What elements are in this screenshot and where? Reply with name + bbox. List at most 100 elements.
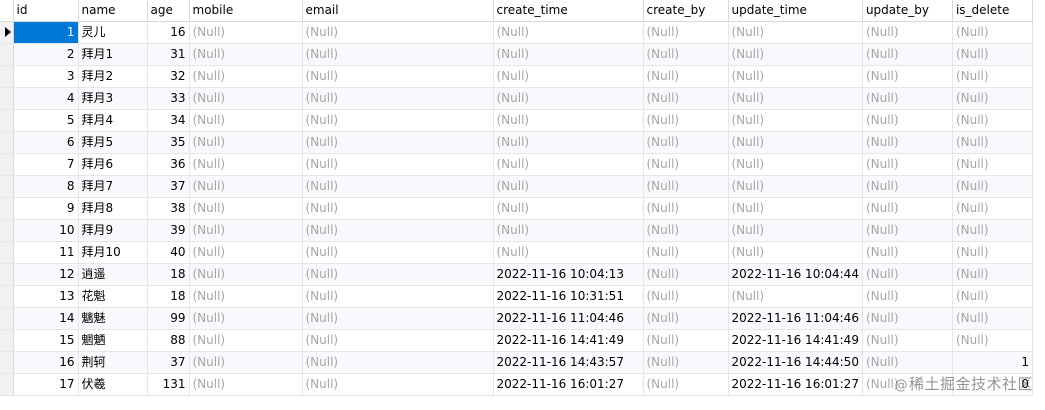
table-row[interactable]: 13 花魁 18 (Null) (Null) 2022-11-16 10:31:51 (Nu… (0, 285, 1033, 308)
cell-is-delete[interactable]: (Null) (952, 87, 1033, 110)
cell-mobile[interactable]: (Null) (189, 329, 303, 352)
cell-create-by[interactable]: (Null) (643, 329, 729, 352)
cell-id[interactable]: 3 (13, 65, 79, 88)
row-indicator[interactable] (0, 263, 14, 286)
cell-create-by[interactable]: (Null) (643, 285, 729, 308)
cell-mobile[interactable]: (Null) (189, 65, 303, 88)
cell-mobile[interactable]: (Null) (189, 153, 303, 176)
cell-create-time[interactable]: (Null) (493, 131, 644, 154)
cell-name[interactable]: 灵儿 (78, 21, 148, 44)
cell-email[interactable]: (Null) (302, 241, 494, 264)
cell-is-delete[interactable]: (Null) (952, 175, 1033, 198)
cell-email[interactable]: (Null) (302, 329, 494, 352)
cell-create-time[interactable]: (Null) (493, 21, 644, 44)
cell-email[interactable]: (Null) (302, 197, 494, 220)
cell-is-delete[interactable]: (Null) (952, 43, 1033, 66)
table-row[interactable]: 16 荆轲 37 (Null) (Null) 2022-11-16 14:43:57 (Nu… (0, 351, 1033, 374)
cell-is-delete[interactable]: (Null) (952, 329, 1033, 352)
cell-create-time[interactable]: (Null) (493, 87, 644, 110)
cell-update-by[interactable]: (Null) (862, 175, 953, 198)
table-row[interactable]: 5 拜月4 34 (Null) (Null) (Null) (Null) (Null) (Nul… (0, 109, 1033, 132)
cell-id[interactable]: 7 (13, 153, 79, 176)
cell-name[interactable]: 逍遥 (78, 263, 148, 286)
table-row[interactable]: 3 拜月2 32 (Null) (Null) (Null) (Null) (Null) (Nul… (0, 65, 1033, 88)
row-indicator[interactable] (0, 21, 14, 44)
cell-mobile[interactable]: (Null) (189, 351, 303, 374)
cell-age[interactable]: 131 (147, 373, 190, 396)
cell-create-time[interactable]: (Null) (493, 65, 644, 88)
cell-update-time[interactable]: (Null) (728, 65, 863, 88)
cell-is-delete[interactable]: (Null) (952, 197, 1033, 220)
cell-age[interactable]: 39 (147, 219, 190, 242)
cell-update-time[interactable]: (Null) (728, 219, 863, 242)
table-row[interactable]: 4 拜月3 33 (Null) (Null) (Null) (Null) (Null) (Nul… (0, 87, 1033, 110)
cell-id[interactable]: 2 (13, 43, 79, 66)
cell-id[interactable]: 16 (13, 351, 79, 374)
table-row[interactable]: 8 拜月7 37 (Null) (Null) (Null) (Null) (Null) (Nul… (0, 175, 1033, 198)
cell-update-by[interactable]: (Null) (862, 263, 953, 286)
cell-update-by[interactable]: (Null) (862, 329, 953, 352)
cell-update-time[interactable]: (Null) (728, 241, 863, 264)
cell-update-by[interactable]: (Null) (862, 351, 953, 374)
cell-id[interactable]: 17 (13, 373, 79, 396)
cell-name[interactable]: 花魁 (78, 285, 148, 308)
cell-age[interactable]: 36 (147, 153, 190, 176)
cell-create-by[interactable]: (Null) (643, 21, 729, 44)
cell-email[interactable]: (Null) (302, 263, 494, 286)
table-row[interactable]: 11 拜月10 40 (Null) (Null) (Null) (Null) (Null) (N… (0, 241, 1033, 264)
cell-age[interactable]: 40 (147, 241, 190, 264)
cell-update-time[interactable]: (Null) (728, 131, 863, 154)
cell-update-time[interactable]: (Null) (728, 285, 863, 308)
cell-mobile[interactable]: (Null) (189, 109, 303, 132)
cell-update-by[interactable]: (Null) (862, 131, 953, 154)
cell-is-delete[interactable]: (Null) (952, 109, 1033, 132)
cell-is-delete[interactable]: (Null) (952, 21, 1033, 44)
cell-is-delete[interactable]: (Null) (952, 307, 1033, 330)
cell-update-time[interactable]: 2022-11-16 14:41:49 (728, 329, 863, 352)
row-indicator[interactable] (0, 109, 14, 132)
column-header-mobile[interactable]: mobile (189, 0, 303, 22)
cell-email[interactable]: (Null) (302, 351, 494, 374)
cell-create-by[interactable]: (Null) (643, 307, 729, 330)
cell-update-by[interactable]: (Null) (862, 43, 953, 66)
cell-name[interactable]: 拜月5 (78, 131, 148, 154)
cell-create-time[interactable]: 2022-11-16 11:04:46 (493, 307, 644, 330)
cell-update-by[interactable]: (Null) (862, 87, 953, 110)
cell-update-by[interactable]: (Null) (862, 109, 953, 132)
cell-name[interactable]: 魑魅 (78, 307, 148, 330)
cell-update-time[interactable]: (Null) (728, 21, 863, 44)
cell-id[interactable]: 6 (13, 131, 79, 154)
cell-is-delete[interactable]: (Null) (952, 241, 1033, 264)
cell-email[interactable]: (Null) (302, 21, 494, 44)
cell-age[interactable]: 18 (147, 285, 190, 308)
cell-create-time[interactable]: 2022-11-16 14:43:57 (493, 351, 644, 374)
cell-mobile[interactable]: (Null) (189, 21, 303, 44)
cell-update-by[interactable]: (Null) (862, 153, 953, 176)
cell-mobile[interactable]: (Null) (189, 373, 303, 396)
cell-id[interactable]: 4 (13, 87, 79, 110)
cell-create-by[interactable]: (Null) (643, 351, 729, 374)
cell-email[interactable]: (Null) (302, 153, 494, 176)
cell-create-by[interactable]: (Null) (643, 175, 729, 198)
cell-name[interactable]: 拜月3 (78, 87, 148, 110)
cell-name[interactable]: 拜月7 (78, 175, 148, 198)
cell-update-by[interactable]: (Null) (862, 65, 953, 88)
cell-name[interactable]: 伏羲 (78, 373, 148, 396)
cell-age[interactable]: 32 (147, 65, 190, 88)
cell-update-time[interactable]: 2022-11-16 16:01:27 (728, 373, 863, 396)
cell-email[interactable]: (Null) (302, 219, 494, 242)
cell-id[interactable]: 14 (13, 307, 79, 330)
cell-update-by[interactable]: (Null) (862, 219, 953, 242)
cell-age[interactable]: 18 (147, 263, 190, 286)
column-header-create-by[interactable]: create_by (643, 0, 729, 22)
cell-update-time[interactable]: (Null) (728, 175, 863, 198)
cell-age[interactable]: 37 (147, 351, 190, 374)
cell-update-by[interactable]: (Null) (862, 241, 953, 264)
cell-create-time[interactable]: 2022-11-16 10:31:51 (493, 285, 644, 308)
row-indicator[interactable] (0, 131, 14, 154)
cell-id[interactable]: 15 (13, 329, 79, 352)
cell-mobile[interactable]: (Null) (189, 197, 303, 220)
cell-update-time[interactable]: (Null) (728, 87, 863, 110)
table-row[interactable]: 14 魑魅 99 (Null) (Null) 2022-11-16 11:04:46 (Nu… (0, 307, 1033, 330)
row-indicator[interactable] (0, 87, 14, 110)
